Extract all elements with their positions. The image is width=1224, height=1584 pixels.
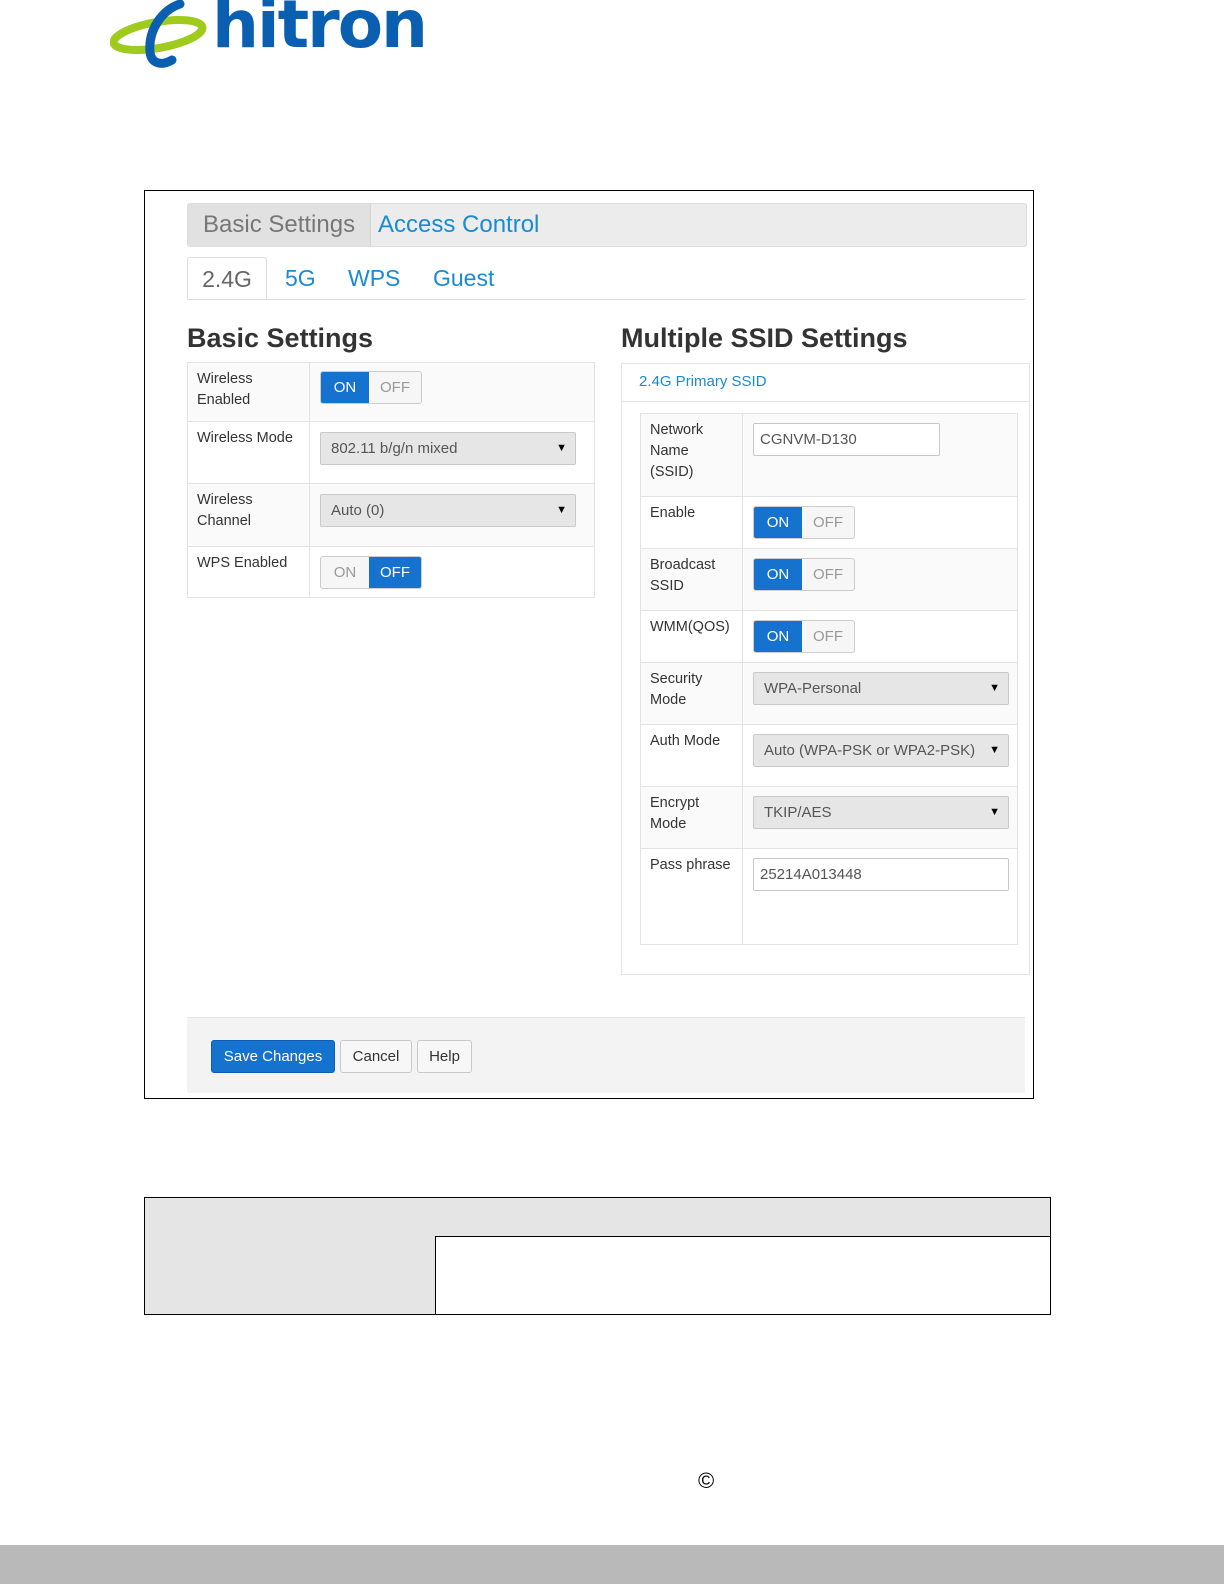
wireless-channel-value: Auto (0)	[331, 502, 385, 519]
tab-wps[interactable]: WPS	[348, 257, 400, 299]
pass-phrase-label: Pass phrase	[641, 849, 743, 945]
row-encrypt-mode: Encrypt Mode TKIP/AES ▼	[641, 787, 1017, 849]
logo-swoosh-icon	[110, 0, 207, 68]
enable-toggle[interactable]: ON OFF	[753, 506, 855, 539]
ssid-settings-title: Multiple SSID Settings	[621, 323, 908, 353]
wps-enabled-label: WPS Enabled	[188, 547, 310, 598]
wireless-channel-label: Wireless Channel	[188, 484, 310, 546]
enable-label: Enable	[641, 497, 743, 548]
toggle-off[interactable]: OFF	[802, 507, 854, 538]
basic-settings-table: Wireless Enabled ON OFF Wireless Mode 80…	[187, 362, 595, 598]
wps-enabled-toggle[interactable]: ON OFF	[320, 556, 422, 589]
tab-basic-settings[interactable]: Basic Settings	[188, 204, 372, 246]
pass-phrase-input[interactable]: 25214A013448	[753, 858, 1009, 891]
broadcast-ssid-label: Broadcast SSID	[641, 549, 743, 610]
toggle-on[interactable]: ON	[754, 621, 802, 652]
save-changes-button[interactable]: Save Changes	[211, 1040, 335, 1073]
row-wireless-mode: Wireless Mode 802.11 b/g/n mixed ▼	[188, 422, 594, 484]
dropdown-arrow-icon: ▼	[989, 682, 1000, 694]
wireless-enabled-label: Wireless Enabled	[188, 363, 310, 421]
network-name-input[interactable]: CGNVM-D130	[753, 423, 940, 456]
tab-2-4g[interactable]: 2.4G	[187, 257, 267, 299]
page-bottom-bar	[0, 1545, 1224, 1584]
encrypt-mode-select[interactable]: TKIP/AES ▼	[753, 796, 1009, 829]
row-wmm: WMM(QOS) ON OFF	[641, 611, 1017, 663]
brand-name: hitron	[212, 0, 428, 63]
auth-mode-label: Auth Mode	[641, 725, 743, 786]
help-button[interactable]: Help	[417, 1040, 472, 1073]
tab-5g[interactable]: 5G	[285, 257, 316, 299]
broadcast-ssid-toggle[interactable]: ON OFF	[753, 558, 855, 591]
toggle-off[interactable]: OFF	[369, 557, 421, 588]
auth-mode-select[interactable]: Auto (WPA-PSK or WPA2-PSK) ▼	[753, 734, 1009, 767]
description-table-label-cell	[145, 1236, 436, 1314]
basic-settings-title: Basic Settings	[187, 323, 374, 353]
security-mode-label: Security Mode	[641, 663, 743, 724]
auth-mode-value: Auto (WPA-PSK or WPA2-PSK)	[764, 742, 976, 759]
row-network-name: Network Name (SSID) CGNVM-D130	[641, 414, 1017, 497]
tab-guest[interactable]: Guest	[433, 257, 494, 299]
network-name-label: Network Name (SSID)	[641, 414, 743, 496]
form-footer: Save Changes Cancel Help	[187, 1017, 1025, 1093]
toggle-off[interactable]: OFF	[369, 372, 421, 403]
toggle-on[interactable]: ON	[754, 507, 802, 538]
security-mode-value: WPA-Personal	[764, 680, 862, 697]
row-wireless-enabled: Wireless Enabled ON OFF	[188, 363, 594, 422]
row-security-mode: Security Mode WPA-Personal ▼	[641, 663, 1017, 725]
toggle-off[interactable]: OFF	[802, 559, 854, 590]
dropdown-arrow-icon: ▼	[556, 442, 567, 454]
wmm-toggle[interactable]: ON OFF	[753, 620, 855, 653]
wireless-mode-label: Wireless Mode	[188, 422, 310, 483]
encrypt-mode-label: Encrypt Mode	[641, 787, 743, 848]
toggle-on[interactable]: ON	[754, 559, 802, 590]
cancel-button[interactable]: Cancel	[340, 1040, 412, 1073]
top-tab-bar: Basic Settings Access Control	[187, 203, 1027, 247]
row-pass-phrase: Pass phrase 25214A013448	[641, 849, 1017, 945]
row-auth-mode: Auth Mode Auto (WPA-PSK or WPA2-PSK) ▼	[641, 725, 1017, 787]
security-mode-select[interactable]: WPA-Personal ▼	[753, 672, 1009, 705]
toggle-on[interactable]: ON	[321, 372, 369, 403]
ssid-table: Network Name (SSID) CGNVM-D130 Enable ON…	[640, 413, 1018, 945]
row-enable: Enable ON OFF	[641, 497, 1017, 549]
dropdown-arrow-icon: ▼	[989, 744, 1000, 756]
wmm-label: WMM(QOS)	[641, 611, 743, 662]
encrypt-mode-value: TKIP/AES	[764, 804, 832, 821]
dropdown-arrow-icon: ▼	[989, 806, 1000, 818]
panel-title: 2.4G Primary SSID	[622, 364, 1029, 402]
wireless-mode-select[interactable]: 802.11 b/g/n mixed ▼	[320, 432, 576, 465]
row-wireless-channel: Wireless Channel Auto (0) ▼	[188, 484, 594, 547]
description-table-header	[145, 1198, 1050, 1237]
row-broadcast-ssid: Broadcast SSID ON OFF	[641, 549, 1017, 611]
copyright-symbol: ©	[698, 1468, 715, 1493]
dropdown-arrow-icon: ▼	[556, 504, 567, 516]
wireless-mode-value: 802.11 b/g/n mixed	[331, 440, 458, 457]
description-table	[144, 1197, 1051, 1315]
band-tab-bar: 2.4G 5G WPS Guest	[187, 257, 1025, 300]
primary-ssid-panel: 2.4G Primary SSID Network Name (SSID) CG…	[621, 363, 1030, 975]
wireless-channel-select[interactable]: Auto (0) ▼	[320, 494, 576, 527]
row-wps-enabled: WPS Enabled ON OFF	[188, 547, 594, 598]
toggle-off[interactable]: OFF	[802, 621, 854, 652]
wireless-enabled-toggle[interactable]: ON OFF	[320, 371, 422, 404]
toggle-on[interactable]: ON	[321, 557, 369, 588]
tab-access-control[interactable]: Access Control	[363, 204, 554, 246]
